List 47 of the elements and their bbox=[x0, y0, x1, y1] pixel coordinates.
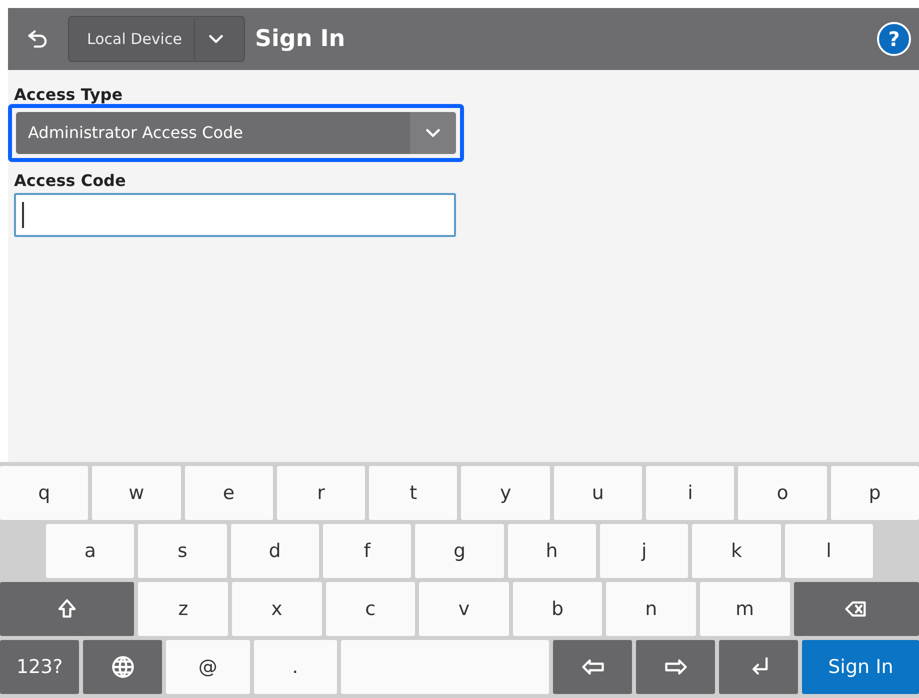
keyboard-key[interactable]: p bbox=[830, 466, 919, 520]
right-arrow-key[interactable] bbox=[636, 640, 716, 694]
keyboard-key[interactable]: k bbox=[692, 524, 781, 578]
keyboard-key[interactable]: c bbox=[326, 582, 416, 636]
field-label: Access Code bbox=[14, 172, 127, 190]
sign-in-button[interactable]: Sign In bbox=[802, 640, 919, 694]
language-key[interactable] bbox=[83, 640, 162, 694]
access-type-dropdown[interactable]: Administrator Access Code bbox=[16, 112, 456, 154]
backspace-key[interactable] bbox=[794, 582, 919, 636]
keyboard-key[interactable]: a bbox=[46, 524, 134, 578]
keyboard-key[interactable]: o bbox=[738, 466, 827, 520]
device-dropdown[interactable]: Local Device bbox=[68, 16, 245, 62]
keyboard-key[interactable]: i bbox=[646, 466, 734, 520]
keyboard-key[interactable]: u bbox=[554, 466, 642, 520]
keyboard-key[interactable]: q bbox=[0, 466, 88, 520]
field-label: Access Type bbox=[14, 86, 124, 104]
shift-key[interactable] bbox=[0, 582, 134, 636]
keyboard-key[interactable]: l bbox=[784, 524, 873, 578]
help-button[interactable]: ? bbox=[877, 22, 911, 56]
page-title: Sign In bbox=[254, 24, 346, 54]
keyboard-key[interactable]: z bbox=[138, 582, 228, 636]
enter-key[interactable] bbox=[719, 640, 798, 694]
keyboard-key[interactable]: r bbox=[276, 466, 366, 520]
left-arrow-key[interactable] bbox=[553, 640, 632, 694]
keyboard-key[interactable]: f bbox=[322, 524, 412, 578]
keyboard-key[interactable]: e bbox=[184, 466, 273, 520]
keyboard-key[interactable]: y bbox=[461, 466, 550, 520]
chevron-down-icon bbox=[426, 128, 440, 137]
keyboard-key[interactable]: d bbox=[230, 524, 319, 578]
keyboard-key[interactable]: s bbox=[138, 524, 227, 578]
keyboard-key[interactable]: . bbox=[254, 640, 337, 694]
globe-icon bbox=[110, 654, 136, 680]
text-cursor bbox=[22, 202, 24, 228]
keyboard-key[interactable]: j bbox=[600, 524, 688, 578]
symbols-key[interactable]: 123? bbox=[0, 640, 80, 694]
keyboard-key[interactable]: h bbox=[508, 524, 596, 578]
keyboard-key[interactable]: g bbox=[415, 524, 504, 578]
access-code-field[interactable] bbox=[14, 193, 456, 238]
keyboard-key[interactable]: b bbox=[512, 582, 602, 636]
keyboard-key[interactable]: @ bbox=[166, 640, 250, 694]
keyboard-key[interactable]: w bbox=[92, 466, 181, 520]
keyboard-key[interactable]: m bbox=[700, 582, 790, 636]
chevron-down-icon bbox=[209, 35, 224, 43]
keyboard-key[interactable]: x bbox=[232, 582, 322, 636]
keyboard-key[interactable]: v bbox=[419, 582, 509, 636]
keyboard-key[interactable]: n bbox=[606, 582, 696, 636]
keyboard-key[interactable]: t bbox=[369, 466, 458, 520]
